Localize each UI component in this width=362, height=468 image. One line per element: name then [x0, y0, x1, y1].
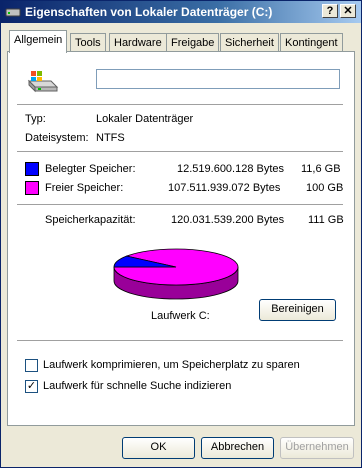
hard-drive-icon [5, 8, 21, 17]
apply-button[interactable]: Übernehmen [280, 437, 354, 459]
cleanup-button[interactable]: Bereinigen [259, 299, 336, 321]
used-space-label: Belegter Speicher: [45, 163, 136, 175]
divider [17, 151, 343, 152]
drive-name-input[interactable] [96, 69, 340, 89]
filesystem-value: NTFS [96, 132, 125, 144]
used-space-swatch [25, 162, 39, 176]
tab-sicherheit[interactable]: Sicherheit [220, 33, 279, 52]
free-space-label: Freier Speicher: [45, 182, 124, 194]
close-button[interactable]: ✕ [340, 4, 356, 18]
tab-allgemein[interactable]: Allgemein [9, 30, 68, 53]
filesystem-label: Dateisystem: [25, 132, 89, 144]
index-checkbox-label: Laufwerk für schnelle Suche indizieren [43, 380, 232, 392]
window-title: Eigenschaften von Lokaler Datenträger (C… [25, 5, 273, 19]
compress-checkbox-label: Laufwerk komprimieren, um Speicherplatz … [43, 359, 300, 371]
tab-hardware[interactable]: Hardware [109, 33, 167, 52]
compress-checkbox[interactable] [25, 359, 38, 372]
hard-drive-icon [27, 71, 59, 93]
free-space-bytes: 107.511.939.072 Bytes [168, 182, 281, 194]
tab-freigabe[interactable]: Freigabe [166, 33, 220, 52]
type-value: Lokaler Datenträger [96, 113, 194, 125]
drive-label: Laufwerk C: [151, 310, 210, 322]
capacity-label: Speicherkapazität: [45, 214, 136, 226]
capacity-bytes: 120.031.539.200 Bytes [171, 214, 285, 226]
divider [17, 340, 343, 341]
ok-button[interactable]: OK [122, 437, 195, 459]
disk-usage-pie [113, 248, 239, 300]
free-space-swatch [25, 181, 39, 195]
divider [17, 204, 343, 205]
divider [17, 104, 343, 105]
title-bar[interactable]: Eigenschaften von Lokaler Datenträger (C… [1, 1, 361, 23]
properties-window: Eigenschaften von Lokaler Datenträger (C… [0, 0, 362, 468]
tab-tools[interactable]: Tools [70, 33, 106, 52]
tab-kontingent[interactable]: Kontingent [280, 33, 343, 52]
free-space-size: 100 GB [306, 182, 344, 194]
used-space-size: 11,6 GB [301, 163, 341, 175]
help-button[interactable]: ? [322, 4, 338, 18]
capacity-size: 111 GB [308, 214, 344, 226]
index-checkbox[interactable]: ✓ [25, 380, 38, 393]
type-label: Typ: [25, 113, 46, 125]
used-space-bytes: 12.519.600.128 Bytes [177, 163, 285, 175]
cancel-button[interactable]: Abbrechen [201, 437, 274, 459]
